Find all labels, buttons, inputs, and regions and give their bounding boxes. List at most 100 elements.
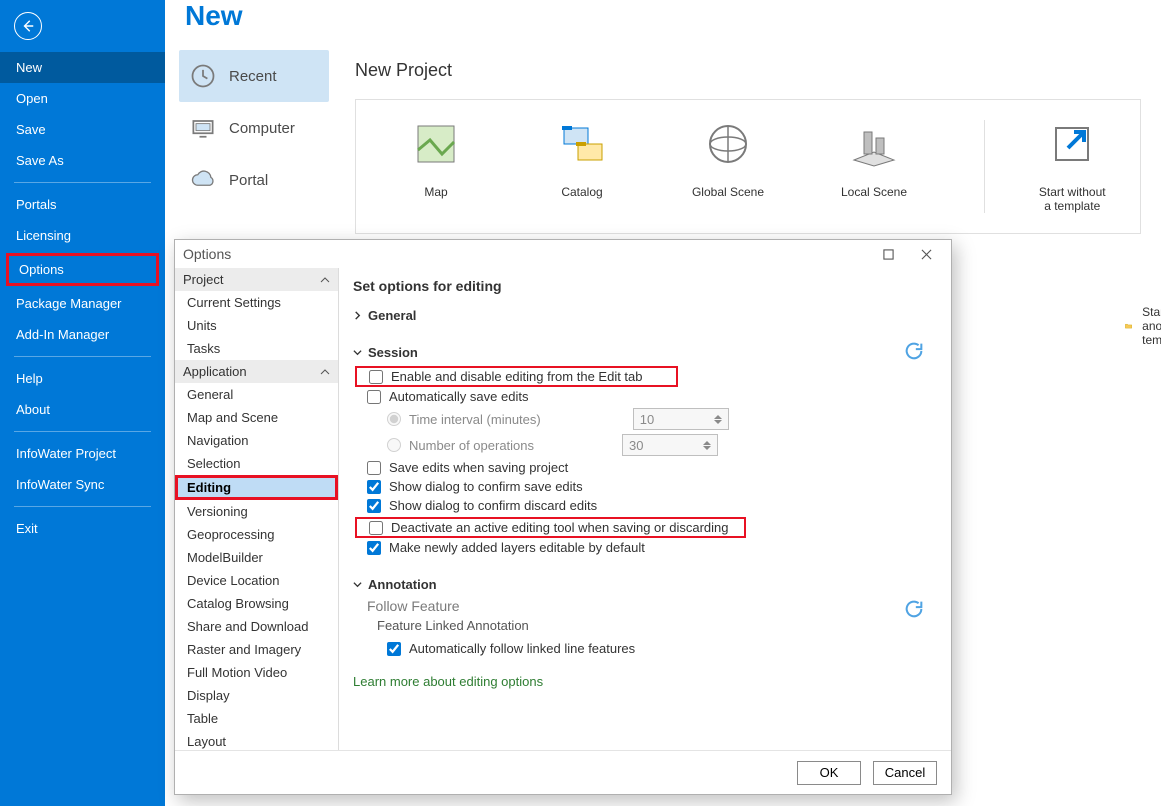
globe-icon bbox=[704, 120, 752, 168]
link-learn-more[interactable]: Learn more about editing options bbox=[353, 674, 937, 689]
cat-tasks[interactable]: Tasks bbox=[175, 337, 338, 360]
chk-save-on-project[interactable] bbox=[367, 461, 381, 475]
local-scene-icon bbox=[850, 120, 898, 168]
cat-layout[interactable]: Layout bbox=[175, 730, 338, 750]
side-item-portals[interactable]: Portals bbox=[0, 189, 165, 220]
spin-time-interval: 10 bbox=[633, 408, 729, 430]
chk-auto-save[interactable] bbox=[367, 390, 381, 404]
template-global-scene[interactable]: Global Scene bbox=[678, 120, 778, 213]
chevron-up-icon bbox=[320, 367, 330, 377]
cat-share-download[interactable]: Share and Download bbox=[175, 615, 338, 638]
lbl-num-ops: Number of operations bbox=[409, 438, 534, 453]
radio-time-interval bbox=[387, 412, 401, 426]
reset-session-icon[interactable] bbox=[903, 340, 925, 362]
cat-full-motion-video[interactable]: Full Motion Video bbox=[175, 661, 338, 684]
cat-general[interactable]: General bbox=[175, 383, 338, 406]
dialog-titlebar: Options bbox=[175, 240, 951, 268]
tab-computer[interactable]: Computer bbox=[179, 102, 329, 154]
page-title: New bbox=[185, 0, 1161, 32]
side-item-add-in-manager[interactable]: Add-In Manager bbox=[0, 319, 165, 350]
clock-icon bbox=[189, 62, 217, 90]
side-item-about[interactable]: About bbox=[0, 394, 165, 425]
cat-geoprocessing[interactable]: Geoprocessing bbox=[175, 523, 338, 546]
side-item-package-manager[interactable]: Package Manager bbox=[0, 288, 165, 319]
side-item-licensing[interactable]: Licensing bbox=[0, 220, 165, 251]
category-header-application[interactable]: Application bbox=[175, 360, 338, 383]
chevron-down-icon bbox=[353, 348, 362, 357]
cat-map-and-scene[interactable]: Map and Scene bbox=[175, 406, 338, 429]
template-map[interactable]: Map bbox=[386, 120, 486, 213]
cat-current-settings[interactable]: Current Settings bbox=[175, 291, 338, 314]
tab-computer-label: Computer bbox=[229, 120, 295, 137]
lbl-time-interval: Time interval (minutes) bbox=[409, 412, 541, 427]
side-item-new[interactable]: New bbox=[0, 52, 165, 83]
options-category-list[interactable]: Project Current Settings Units Tasks App… bbox=[175, 268, 339, 750]
cat-modelbuilder[interactable]: ModelBuilder bbox=[175, 546, 338, 569]
another-template-label: Start with another template bbox=[1142, 305, 1161, 347]
cat-device-location[interactable]: Device Location bbox=[175, 569, 338, 592]
template-without-label: Start without a template bbox=[1034, 185, 1110, 213]
cancel-button[interactable]: Cancel bbox=[873, 761, 937, 785]
catalog-icon bbox=[558, 120, 606, 168]
side-item-save[interactable]: Save bbox=[0, 114, 165, 145]
cat-table[interactable]: Table bbox=[175, 707, 338, 730]
new-project-title: New Project bbox=[355, 60, 1141, 81]
chevron-up-icon bbox=[320, 275, 330, 285]
start-another-template[interactable]: Start with another template bbox=[1125, 305, 1161, 347]
lbl-make-editable: Make newly added layers editable by defa… bbox=[389, 540, 645, 555]
highlight-enable-disable: Enable and disable editing from the Edit… bbox=[355, 366, 678, 387]
chk-make-editable[interactable] bbox=[367, 541, 381, 555]
template-catalog[interactable]: Catalog bbox=[532, 120, 632, 213]
lbl-auto-save: Automatically save edits bbox=[389, 389, 528, 404]
chk-confirm-save[interactable] bbox=[367, 480, 381, 494]
maximize-button[interactable] bbox=[869, 240, 907, 268]
options-content-editing: Set options for editing General Session … bbox=[339, 268, 951, 750]
tab-portal[interactable]: Portal bbox=[179, 154, 329, 206]
back-button[interactable] bbox=[14, 12, 42, 40]
spin-num-ops: 30 bbox=[622, 434, 718, 456]
close-button[interactable] bbox=[907, 240, 945, 268]
cat-display[interactable]: Display bbox=[175, 684, 338, 707]
side-item-options[interactable]: Options bbox=[6, 253, 159, 286]
chk-deactivate-tool[interactable] bbox=[369, 521, 383, 535]
start-tab-column: Recent Computer Portal bbox=[179, 50, 329, 206]
template-catalog-label: Catalog bbox=[532, 185, 632, 199]
cat-catalog-browsing[interactable]: Catalog Browsing bbox=[175, 592, 338, 615]
template-without[interactable]: Start without a template bbox=[1034, 120, 1110, 213]
chk-enable-disable-editing[interactable] bbox=[369, 370, 383, 384]
side-item-infowater-project[interactable]: InfoWater Project bbox=[0, 438, 165, 469]
template-global-scene-label: Global Scene bbox=[678, 185, 778, 199]
reset-annotation-icon[interactable] bbox=[903, 598, 925, 620]
side-item-help[interactable]: Help bbox=[0, 363, 165, 394]
chk-auto-follow[interactable] bbox=[387, 642, 401, 656]
tab-recent-label: Recent bbox=[229, 68, 277, 85]
chevron-down-icon bbox=[353, 580, 362, 589]
side-item-save-as[interactable]: Save As bbox=[0, 145, 165, 176]
side-item-open[interactable]: Open bbox=[0, 83, 165, 114]
dialog-footer: OK Cancel bbox=[175, 750, 951, 794]
section-annotation[interactable]: Annotation bbox=[353, 577, 937, 592]
computer-icon bbox=[189, 114, 217, 142]
lbl-save-on-project: Save edits when saving project bbox=[389, 460, 568, 475]
cat-units[interactable]: Units bbox=[175, 314, 338, 337]
cat-raster-imagery[interactable]: Raster and Imagery bbox=[175, 638, 338, 661]
section-session[interactable]: Session bbox=[353, 345, 937, 360]
radio-num-ops bbox=[387, 438, 401, 452]
cat-editing[interactable]: Editing bbox=[175, 475, 338, 500]
tab-recent[interactable]: Recent bbox=[179, 50, 329, 102]
cat-navigation[interactable]: Navigation bbox=[175, 429, 338, 452]
cat-selection[interactable]: Selection bbox=[175, 452, 338, 475]
side-item-exit[interactable]: Exit bbox=[0, 513, 165, 544]
map-icon bbox=[412, 120, 460, 168]
section-general[interactable]: General bbox=[353, 308, 937, 323]
template-map-label: Map bbox=[386, 185, 486, 199]
category-header-project[interactable]: Project bbox=[175, 268, 338, 291]
chk-confirm-discard[interactable] bbox=[367, 499, 381, 513]
cat-versioning[interactable]: Versioning bbox=[175, 500, 338, 523]
options-dialog: Options Project Current Settings Units T… bbox=[174, 239, 952, 795]
template-local-scene[interactable]: Local Scene bbox=[824, 120, 924, 213]
side-item-infowater-sync[interactable]: InfoWater Sync bbox=[0, 469, 165, 500]
folder-open-icon bbox=[1125, 319, 1132, 333]
ok-button[interactable]: OK bbox=[797, 761, 861, 785]
template-local-scene-label: Local Scene bbox=[824, 185, 924, 199]
